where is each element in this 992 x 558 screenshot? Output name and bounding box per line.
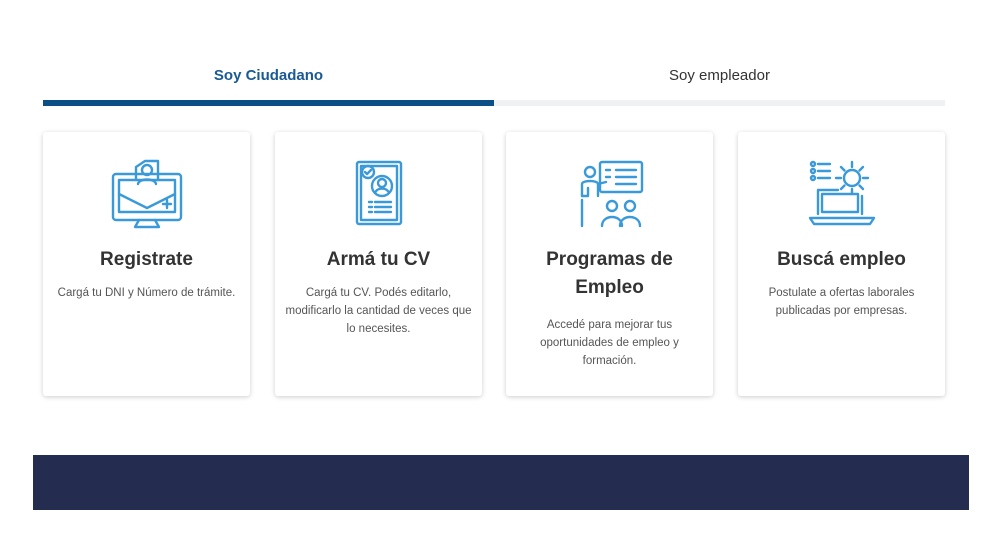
laptop-gear-icon xyxy=(738,156,945,232)
tab-label: Soy empleador xyxy=(669,67,770,84)
footer-banner xyxy=(33,455,969,510)
card-title: Programas de Empleo xyxy=(546,249,673,298)
card-busca-empleo[interactable]: Buscá empleo Postulate a ofertas laboral… xyxy=(738,132,945,396)
card-description: Cargá tu DNI y Número de trámite. xyxy=(57,287,236,299)
tab-label: Soy Ciudadano xyxy=(213,67,324,84)
card-arma-tu-cv[interactable]: Armá tu CV Cargá tu CV. Podés editarlo, … xyxy=(275,132,482,396)
card-description: Postulate a ofertas laborales publicadas… xyxy=(768,287,915,317)
computer-user-icon xyxy=(43,156,250,232)
card-description: Cargá tu CV. Podés editarlo, modificarlo… xyxy=(285,287,472,335)
active-tab-indicator xyxy=(43,100,494,106)
role-tabs: Soy Ciudadano Soy empleador xyxy=(43,60,945,106)
cv-document-icon xyxy=(275,156,482,232)
card-registrate[interactable]: Registrate Cargá tu DNI y Número de trám… xyxy=(43,132,250,396)
card-title: Buscá empleo xyxy=(777,249,906,270)
card-description: Accedé para mejorar tus oportunidades de… xyxy=(540,319,679,367)
card-title: Armá tu CV xyxy=(326,249,431,270)
card-title: Registrate xyxy=(100,249,193,270)
inactive-tab-track xyxy=(494,100,945,106)
card-programas-de-empleo[interactable]: Programas de Empleo Accedé para mejorar … xyxy=(506,132,713,396)
page: Soy Ciudadano Soy empleador Registrate C… xyxy=(0,0,992,558)
training-presentation-icon xyxy=(506,156,713,232)
